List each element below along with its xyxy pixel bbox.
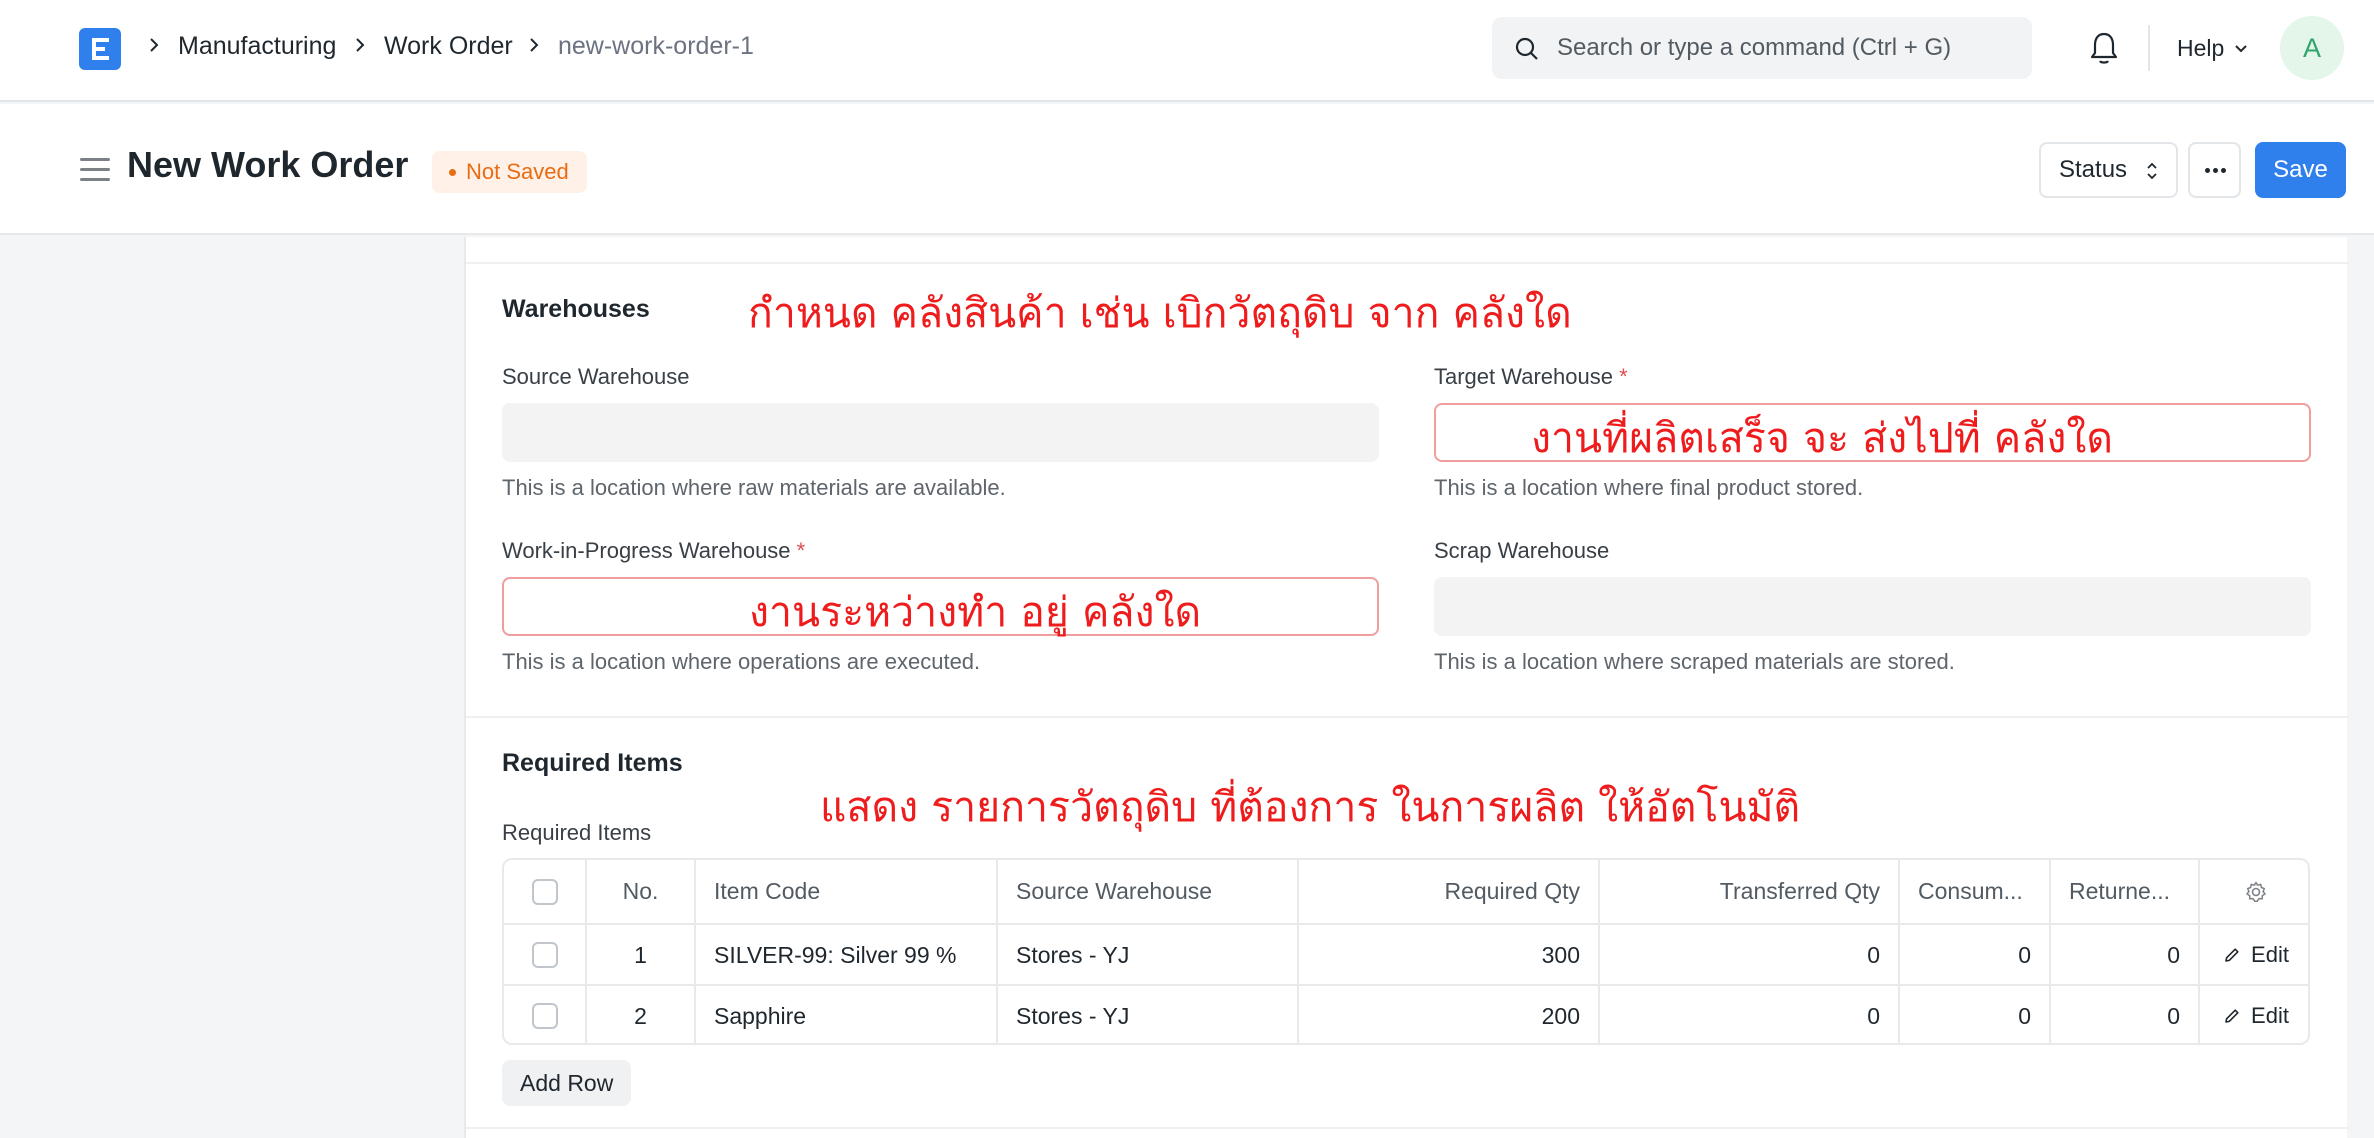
column-header-consumed: Consum... [1900, 860, 2051, 923]
annotation-warehouses: กำหนด คลังสินค้า เช่น เบิกวัตถุดิบ จาก ค… [748, 289, 1572, 337]
top-navbar: Manufacturing Work Order new-work-order-… [0, 0, 2374, 102]
cell-returned-qty[interactable]: 0 [2051, 986, 2200, 1043]
app-logo[interactable] [79, 28, 121, 70]
cell-no: 1 [587, 925, 696, 985]
form-card: Warehouses กำหนด คลังสินค้า เช่น เบิกวัต… [464, 237, 2349, 1138]
row-edit-label: Edit [2251, 942, 2289, 967]
table-row[interactable]: 1 SILVER-99: Silver 99 % Stores - YJ 300… [504, 923, 2308, 985]
cell-item-code[interactable]: SILVER-99: Silver 99 % [696, 925, 998, 985]
sort-caret-icon [2147, 162, 2157, 180]
cell-required-qty[interactable]: 300 [1299, 925, 1600, 985]
scrap-warehouse-label: Scrap Warehouse [1434, 538, 1610, 563]
wip-warehouse-label: Work-in-Progress Warehouse * [502, 538, 806, 563]
pencil-icon [2225, 948, 2239, 962]
chevron-right-icon [150, 38, 159, 52]
avatar[interactable]: A [2280, 16, 2344, 80]
search-bar[interactable]: Search or type a command (Ctrl + G) [1492, 17, 2032, 79]
row-select-cell [504, 925, 587, 985]
required-items-table-label: Required Items [502, 820, 652, 845]
sidebar-toggle-icon[interactable] [80, 158, 110, 182]
row-edit-button[interactable]: Edit [2223, 1003, 2289, 1029]
status-dropdown-button[interactable]: Status [2039, 142, 2178, 198]
cell-transferred-qty[interactable]: 0 [1600, 986, 1900, 1043]
pencil-icon [2225, 1009, 2239, 1023]
page-title: New Work Order [127, 144, 409, 185]
table-header-row: No. Item Code Source Warehouse Required … [504, 860, 2308, 923]
cell-returned-qty[interactable]: 0 [2051, 925, 2200, 985]
annotation-required-items: แสดง รายการวัตถุดิบ ที่ต้องการ ในการผลิต… [820, 783, 1801, 831]
row-checkbox[interactable] [531, 942, 558, 968]
cell-source-warehouse[interactable]: Stores - YJ [998, 925, 1299, 985]
notification-bell-icon[interactable] [2087, 30, 2121, 66]
cell-transferred-qty[interactable]: 0 [1600, 925, 1900, 985]
scrap-warehouse-field[interactable] [1434, 577, 2311, 636]
source-warehouse-description: This is a location where raw materials a… [502, 475, 1006, 500]
required-items-section-title: Required Items [502, 749, 683, 777]
navbar-divider [2148, 25, 2150, 71]
chevron-right-icon [530, 38, 539, 52]
column-header-no: No. [587, 860, 696, 923]
scrap-warehouse-description: This is a location where scraped materia… [1434, 649, 1955, 674]
page-header: New Work Order Not Saved Status Save [0, 104, 2374, 235]
row-checkbox[interactable] [531, 1003, 558, 1029]
cell-consumed-qty[interactable]: 0 [1900, 925, 2051, 985]
cell-required-qty[interactable]: 200 [1299, 986, 1600, 1043]
column-settings-cell [2200, 860, 2308, 923]
settings-gear-icon[interactable] [2244, 880, 2268, 904]
column-header-returned: Returne... [2051, 860, 2200, 923]
source-warehouse-field[interactable] [502, 403, 1379, 462]
status-button-label: Status [2059, 156, 2128, 183]
row-edit-button[interactable]: Edit [2223, 942, 2289, 968]
source-warehouse-label: Source Warehouse [502, 364, 690, 389]
select-all-checkbox[interactable] [531, 878, 558, 905]
target-warehouse-label: Target Warehouse * [1434, 364, 1628, 389]
chevron-right-icon [356, 38, 365, 52]
cell-consumed-qty[interactable]: 0 [1900, 986, 2051, 1043]
row-edit-cell: Edit [2200, 925, 2308, 985]
search-icon [1515, 37, 1538, 60]
section-divider [466, 1127, 2349, 1129]
warehouses-section-title: Warehouses [502, 295, 650, 323]
section-divider [466, 716, 2349, 718]
select-all-cell [504, 860, 587, 923]
help-menu[interactable]: Help [2177, 35, 2224, 62]
more-actions-button[interactable] [2188, 142, 2241, 198]
cell-item-code[interactable]: Sapphire [696, 986, 998, 1043]
column-header-transferred-qty: Transferred Qty [1600, 860, 1900, 923]
breadcrumb-manufacturing[interactable]: Manufacturing [178, 32, 336, 61]
column-header-item-code: Item Code [696, 860, 998, 923]
table-row[interactable]: 2 Sapphire Stores - YJ 200 0 0 0 Edit [504, 984, 2308, 1043]
search-placeholder: Search or type a command (Ctrl + G) [1557, 34, 1952, 61]
section-divider [466, 262, 2349, 264]
row-edit-label: Edit [2251, 1003, 2289, 1028]
required-items-table: No. Item Code Source Warehouse Required … [502, 858, 2310, 1045]
column-header-required-qty: Required Qty [1299, 860, 1600, 923]
annotation-target-warehouse: งานที่ผลิตเสร็จ จะ ส่งไปที่ คลังใด [1531, 414, 2114, 462]
column-header-source-warehouse: Source Warehouse [998, 860, 1299, 923]
status-badge: Not Saved [432, 151, 587, 193]
breadcrumb-current: new-work-order-1 [558, 32, 754, 60]
add-row-button[interactable]: Add Row [502, 1060, 632, 1106]
erpnext-logo-icon [92, 38, 109, 60]
row-select-cell [504, 986, 587, 1043]
cell-source-warehouse[interactable]: Stores - YJ [998, 986, 1299, 1043]
breadcrumb-work-order[interactable]: Work Order [384, 32, 513, 61]
target-warehouse-description: This is a location where final product s… [1434, 475, 1864, 500]
chevron-down-icon[interactable] [2233, 41, 2249, 57]
cell-no: 2 [587, 986, 696, 1043]
save-button[interactable]: Save [2255, 142, 2346, 198]
row-edit-cell: Edit [2200, 986, 2308, 1043]
annotation-wip-warehouse: งานระหว่างทำ อยู่ คลังใด [749, 588, 1202, 636]
wip-warehouse-description: This is a location where operations are … [502, 649, 981, 674]
